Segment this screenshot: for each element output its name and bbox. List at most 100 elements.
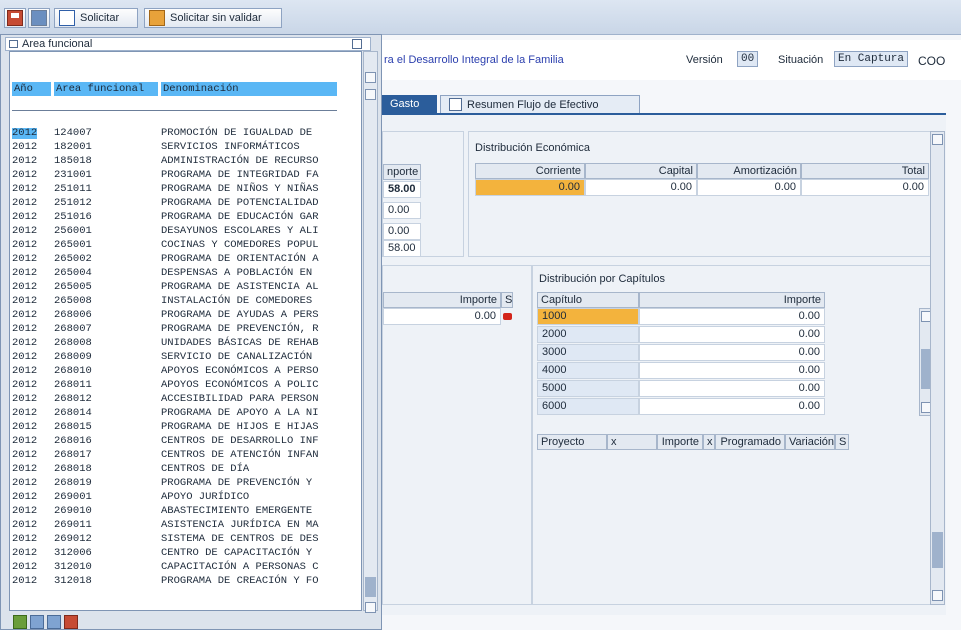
- year-cell: 2012: [12, 267, 38, 279]
- list-rows: 2012 124007 PROMOCIÓN DE IGUALDAD DE 2012 18…: [12, 128, 342, 598]
- capitulo-cell[interactable]: 5000: [537, 380, 639, 397]
- stub-value[interactable]: 0.00: [383, 202, 421, 219]
- code-cell: 269011: [54, 519, 92, 531]
- corriente-value[interactable]: 0.00: [475, 179, 585, 196]
- importe-panel: Importe S 0.00: [382, 265, 532, 605]
- document-title: ra el Desarrollo Integral de la Familia: [384, 54, 564, 66]
- capitulo-cell[interactable]: 4000: [537, 362, 639, 379]
- capitulo-importe-cell[interactable]: 0.00: [639, 308, 825, 325]
- tab-resumen-flujo[interactable]: Resumen Flujo de Efectivo: [440, 95, 640, 113]
- popup-menu-icon[interactable]: [352, 39, 362, 49]
- scroll-down-button[interactable]: [932, 590, 943, 601]
- denominacion-cell: SERVICIO DE CANALIZACIÓN: [161, 351, 313, 363]
- year-cell: 2012: [12, 155, 38, 167]
- dist-capitulos-title: Distribución por Capítulos: [539, 273, 665, 285]
- dist-economica-title: Distribución Económica: [475, 142, 590, 154]
- capitulo-cell[interactable]: 1000: [537, 308, 639, 325]
- col-total: Total: [801, 163, 929, 179]
- code-cell: 269001: [54, 491, 92, 503]
- denominacion-cell: APOYOS ECONÓMICOS A PERSO: [161, 365, 319, 377]
- ok-icon[interactable]: [13, 615, 27, 629]
- importe-stub-panel: nporte 58.00 0.00 0.00 58.00: [382, 131, 464, 257]
- scroll-down-button[interactable]: [365, 602, 376, 613]
- scroll-up-button[interactable]: [932, 134, 943, 145]
- popup-title-bar: Area funcional: [5, 37, 371, 51]
- scroll-up-button[interactable]: [365, 72, 376, 83]
- year-cell: 2012: [12, 183, 38, 195]
- col-corriente: Corriente: [475, 163, 585, 179]
- capitulo-cell[interactable]: 6000: [537, 398, 639, 415]
- year-cell: 2012: [12, 351, 38, 363]
- year-cell: 2012: [12, 141, 38, 153]
- year-cell: 2012: [12, 127, 38, 139]
- request-no-validate-label: Solicitar sin validar: [170, 12, 262, 24]
- code-cell: 269012: [54, 533, 92, 545]
- code-cell: 268010: [54, 365, 92, 377]
- scroll-thumb[interactable]: [365, 577, 376, 597]
- code-cell: 185018: [54, 155, 92, 167]
- scroll-page-up-button[interactable]: [365, 89, 376, 100]
- save-button[interactable]: [4, 8, 26, 28]
- version-field: 00: [737, 51, 759, 67]
- denominacion-cell: PROGRAMA DE EDUCACIÓN GAR: [161, 211, 319, 223]
- filter-icon[interactable]: [30, 615, 44, 629]
- capitulo-importe-cell[interactable]: 0.00: [639, 398, 825, 415]
- code-cell: 268018: [54, 463, 92, 475]
- capitulo-importe-cell[interactable]: 0.00: [639, 344, 825, 361]
- year-cell: 2012: [12, 463, 38, 475]
- scroll-thumb[interactable]: [932, 532, 943, 568]
- work-area: nporte 58.00 0.00 0.00 58.00 Distribució…: [382, 113, 946, 615]
- stub-value[interactable]: 0.00: [383, 223, 421, 240]
- denominacion-cell: PROGRAMA DE ORIENTACIÓN A: [161, 253, 319, 265]
- code-cell: 265008: [54, 295, 92, 307]
- year-cell: 2012: [12, 575, 38, 587]
- tab-gasto-label: Gasto: [390, 98, 420, 110]
- amortizacion-value[interactable]: 0.00: [697, 179, 801, 196]
- code-cell: 268015: [54, 421, 92, 433]
- col-area-funcional: Area funcional: [54, 82, 158, 96]
- close-icon[interactable]: [64, 615, 78, 629]
- capital-value[interactable]: 0.00: [585, 179, 697, 196]
- col-proyecto-importe: Importe: [657, 434, 703, 450]
- request-no-validate-button[interactable]: Solicitar sin validar: [144, 8, 282, 28]
- application-toolbar: Solicitar Solicitar sin validar: [0, 0, 961, 35]
- code-cell: 251011: [54, 183, 92, 195]
- denominacion-cell: PROGRAMA DE INTEGRIDAD FA: [161, 169, 319, 181]
- denominacion-cell: PROGRAMA DE PREVENCIÓN Y: [161, 477, 313, 489]
- capitulo-importe-cell[interactable]: 0.00: [639, 380, 825, 397]
- binoculars-icon: [31, 10, 47, 26]
- tab-gasto[interactable]: Gasto: [382, 95, 437, 113]
- code-cell: 268016: [54, 435, 92, 447]
- stub-value[interactable]: 58.00: [383, 181, 421, 198]
- popup-scrollbar[interactable]: [363, 51, 378, 613]
- col-capitulo: Capítulo: [537, 292, 639, 308]
- year-cell: 2012: [12, 253, 38, 265]
- year-cell: 2012: [12, 211, 38, 223]
- request-button[interactable]: Solicitar: [54, 8, 138, 28]
- denominacion-cell: PROGRAMA DE AYUDAS A PERS: [161, 309, 319, 321]
- code-cell: 265005: [54, 281, 92, 293]
- find-button[interactable]: [28, 8, 50, 28]
- total-value[interactable]: 0.00: [801, 179, 929, 196]
- code-cell: 268012: [54, 393, 92, 405]
- year-cell: 2012: [12, 533, 38, 545]
- capitulo-importe-cell[interactable]: 0.00: [639, 326, 825, 343]
- code-cell: 269010: [54, 505, 92, 517]
- capitulo-cell[interactable]: 2000: [537, 326, 639, 343]
- denominacion-cell: PROGRAMA DE POTENCIALIDAD: [161, 197, 319, 209]
- request-button-label: Solicitar: [80, 12, 120, 24]
- col-proyecto: Proyecto: [537, 434, 607, 450]
- main-scrollbar[interactable]: [930, 131, 945, 605]
- stub-value[interactable]: 58.00: [383, 240, 421, 257]
- year-cell: 2012: [12, 365, 38, 377]
- importe-value[interactable]: 0.00: [383, 308, 501, 325]
- year-cell: 2012: [12, 519, 38, 531]
- year-cell: 2012: [12, 547, 38, 559]
- col-programado: Programado: [715, 434, 785, 450]
- area-funcional-popup: Area funcional Año Area funcional Denomi…: [0, 34, 382, 630]
- importe-header: Importe: [383, 292, 501, 308]
- dist-capitulos-panel: Distribución por Capítulos Capítulo Impo…: [532, 265, 934, 605]
- search-icon[interactable]: [47, 615, 61, 629]
- capitulo-cell[interactable]: 3000: [537, 344, 639, 361]
- capitulo-importe-cell[interactable]: 0.00: [639, 362, 825, 379]
